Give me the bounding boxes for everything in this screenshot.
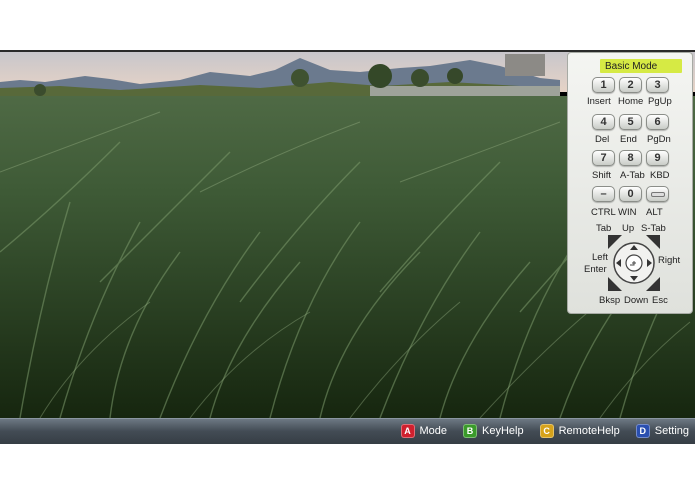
key-dash-button[interactable]: –: [592, 186, 615, 202]
red-a-key-icon: A: [400, 424, 415, 438]
label-win: WIN: [618, 207, 637, 218]
color-key-legend: A Mode B KeyHelp C RemoteHelp D Setting: [400, 424, 689, 438]
key-0-button[interactable]: 0: [619, 186, 642, 202]
setting-shortcut[interactable]: D Setting: [635, 424, 689, 438]
setting-shortcut-label: Setting: [654, 425, 689, 437]
label-a-tab: A-Tab: [620, 170, 645, 181]
label-home: Home: [618, 96, 644, 107]
key-4-button[interactable]: 4: [592, 114, 615, 130]
yellow-c-key-icon: C: [539, 424, 554, 438]
label-pgup: PgUp: [648, 96, 672, 107]
keyhelp-shortcut[interactable]: B KeyHelp: [463, 424, 524, 438]
label-tab: Tab: [596, 223, 612, 234]
remotehelp-shortcut-label: RemoteHelp: [558, 425, 620, 437]
label-insert: Insert: [587, 96, 611, 107]
prev-channel-button[interactable]: [646, 186, 669, 202]
mode-shortcut[interactable]: A Mode: [400, 424, 448, 438]
color-key-bar: A Mode B KeyHelp C RemoteHelp D Setting: [0, 418, 695, 444]
label-up: Up: [622, 223, 635, 234]
direction-pad[interactable]: [608, 235, 660, 291]
label-end: End: [620, 134, 637, 145]
blue-d-key-icon: D: [635, 424, 650, 438]
key-5-button[interactable]: 5: [619, 114, 642, 130]
label-left: Left: [592, 252, 608, 263]
label-alt: ALT: [646, 207, 663, 218]
key-2-button[interactable]: 2: [619, 77, 642, 93]
label-ctrl: CTRL: [591, 207, 616, 218]
label-pgdn: PgDn: [647, 134, 671, 145]
key-7-button[interactable]: 7: [592, 150, 615, 166]
label-s-tab: S-Tab: [641, 223, 666, 234]
green-b-key-icon: B: [463, 424, 478, 438]
label-del: Del: [595, 134, 610, 145]
prev-channel-icon: [650, 191, 665, 197]
key-8-button[interactable]: 8: [619, 150, 642, 166]
key-6-button[interactable]: 6: [646, 114, 669, 130]
key-1-button[interactable]: 1: [592, 77, 615, 93]
remotehelp-shortcut[interactable]: C RemoteHelp: [539, 424, 620, 438]
key-3-button[interactable]: 3: [646, 77, 669, 93]
remote-key-panel: Basic Mode 1 2 3 Insert Home PgUp 4 5 6 …: [567, 52, 693, 314]
label-enter: Enter: [584, 264, 607, 275]
mode-shortcut-label: Mode: [419, 425, 448, 437]
label-right: Right: [658, 255, 681, 266]
label-shift: Shift: [592, 170, 612, 181]
label-esc: Esc: [652, 295, 668, 306]
tv-screen: Basic Mode 1 2 3 Insert Home PgUp 4 5 6 …: [0, 50, 695, 444]
keyhelp-shortcut-label: KeyHelp: [482, 425, 524, 437]
label-bksp: Bksp: [599, 295, 621, 306]
mode-title: Basic Mode: [600, 59, 682, 73]
label-kbd: KBD: [650, 170, 670, 181]
label-down: Down: [624, 295, 649, 306]
key-9-button[interactable]: 9: [646, 150, 669, 166]
